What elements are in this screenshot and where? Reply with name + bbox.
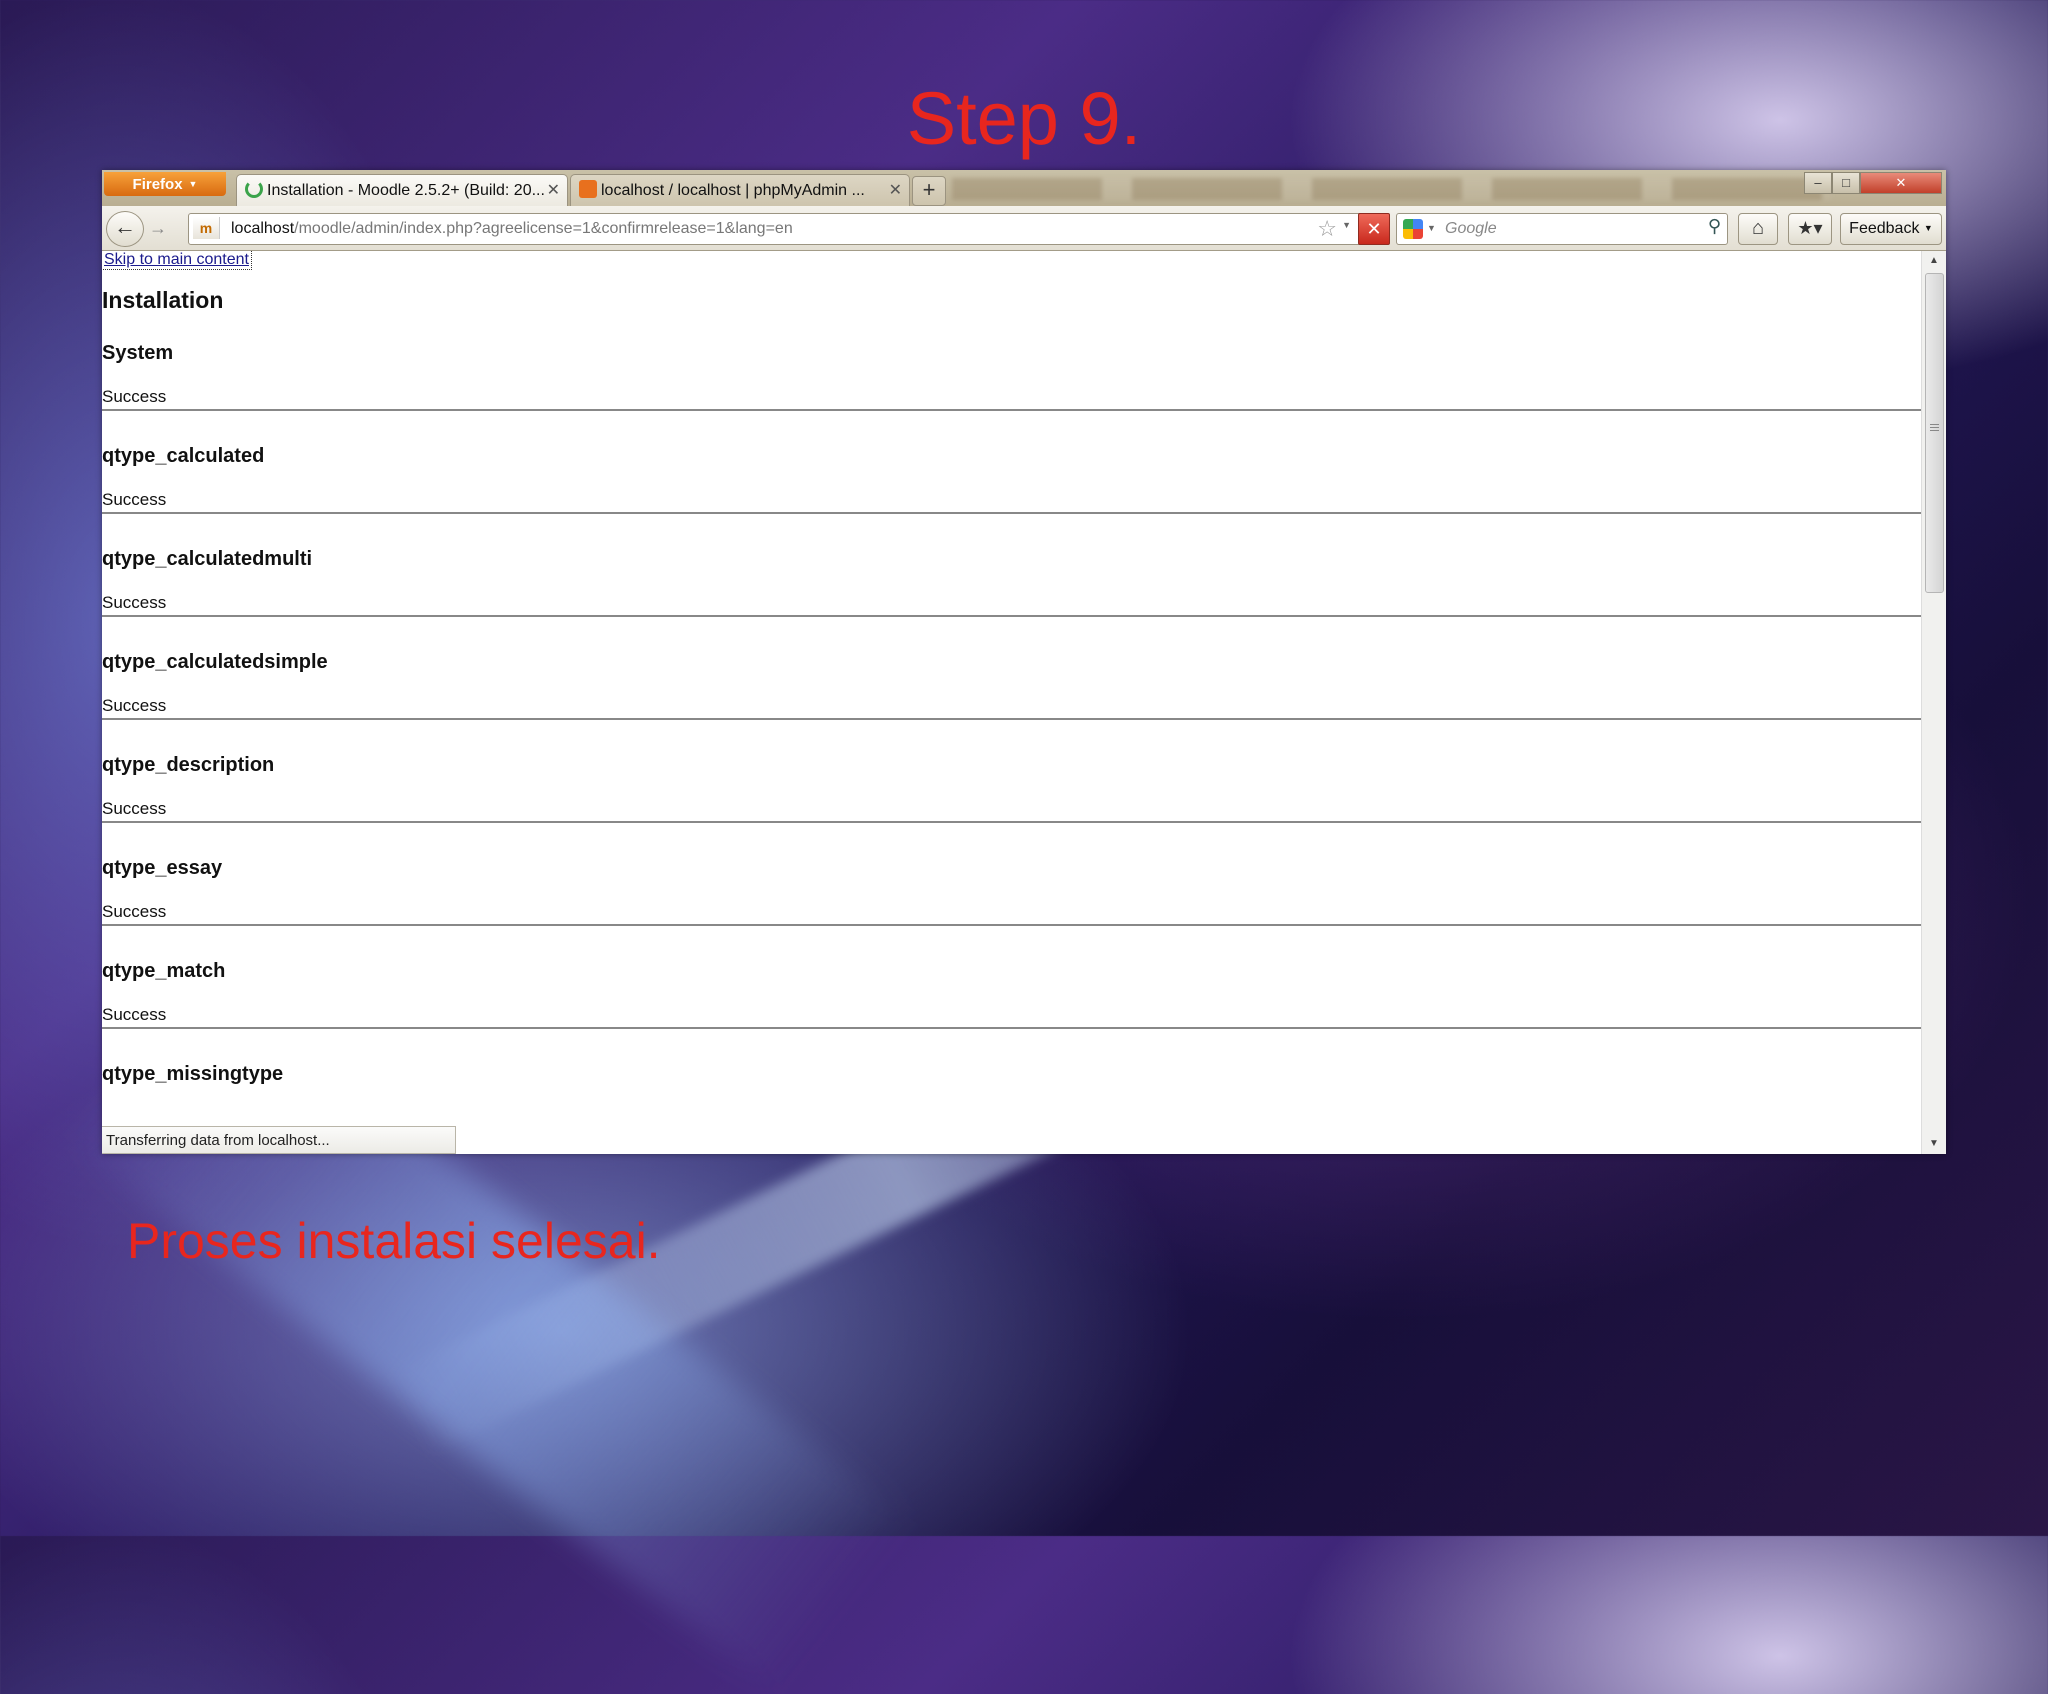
grip-icon	[1930, 424, 1939, 433]
section-status: Success	[102, 387, 167, 406]
phpmyadmin-icon	[579, 180, 597, 198]
tab-label: localhost / localhost | phpMyAdmin ...	[601, 182, 865, 199]
section-heading: qtype_essay	[102, 857, 223, 879]
maximize-button[interactable]: □	[1832, 172, 1860, 194]
back-arrow-icon[interactable]: ←	[106, 211, 144, 247]
stop-icon[interactable]: ✕	[1358, 213, 1390, 245]
section-status: Success	[102, 696, 167, 715]
divider	[102, 718, 1922, 720]
search-icon[interactable]: ⚲	[1708, 216, 1721, 237]
skip-link[interactable]: Skip to main content	[102, 251, 252, 270]
chevron-down-icon[interactable]: ▼	[1427, 223, 1436, 233]
divider	[102, 924, 1922, 926]
new-tab-icon[interactable]: +	[912, 176, 946, 206]
firefox-menu-label: Firefox	[132, 176, 183, 193]
section-heading: qtype_description	[102, 754, 275, 776]
section-heading: qtype_match	[102, 960, 226, 982]
site-identity-icon[interactable]: m	[193, 217, 220, 239]
section-status: Success	[102, 799, 167, 818]
section-heading: qtype_missingtype	[102, 1063, 284, 1085]
firefox-menu-button[interactable]: Firefox ▼	[104, 172, 226, 196]
section-status: Success	[102, 1005, 167, 1024]
section-heading: qtype_calculatedmulti	[102, 548, 313, 570]
forward-arrow-icon[interactable]: →	[144, 213, 172, 243]
scroll-up-icon[interactable]: ▲	[1922, 251, 1946, 271]
divider	[102, 512, 1922, 514]
minimize-button[interactable]: –	[1804, 172, 1832, 194]
title-bar: Firefox ▼ Installation - Moodle 2.5.2+ (B…	[102, 170, 1946, 207]
slide-title: Step 9.	[906, 77, 1142, 160]
tab-phpmyadmin[interactable]: localhost / localhost | phpMyAdmin ... ✕	[570, 174, 910, 207]
navigation-toolbar: ← → m localhost/moodle/admin/index.php?a…	[102, 206, 1946, 251]
tab-close-icon[interactable]: ✕	[547, 175, 560, 207]
section-heading: qtype_calculated	[102, 445, 265, 467]
loading-spinner-icon	[245, 180, 263, 198]
bookmarks-icon[interactable]: ★▾	[1788, 213, 1832, 245]
url-text[interactable]: localhost/moodle/admin/index.php?agreeli…	[231, 214, 793, 244]
page-content: Skip to main content Installation System…	[102, 251, 1922, 1154]
section-heading: qtype_calculatedsimple	[102, 651, 328, 673]
divider	[102, 409, 1922, 411]
scrollbar-thumb[interactable]	[1925, 273, 1944, 593]
tab-close-icon[interactable]: ✕	[889, 175, 902, 207]
section-heading: System	[102, 342, 174, 364]
home-icon[interactable]: ⌂	[1738, 213, 1778, 245]
scroll-down-icon[interactable]: ▼	[1922, 1134, 1946, 1154]
close-window-button[interactable]: ✕	[1860, 172, 1942, 194]
bookmark-star-icon[interactable]: ☆	[1317, 216, 1337, 242]
google-icon[interactable]	[1403, 219, 1423, 239]
vertical-scrollbar[interactable]: ▲ ▼	[1921, 251, 1946, 1154]
search-bar[interactable]: ▼ Google ⚲	[1396, 213, 1728, 245]
divider	[102, 1027, 1922, 1029]
taskbar-blurred-area	[952, 178, 1832, 200]
search-placeholder[interactable]: Google	[1445, 214, 1497, 244]
tab-moodle-installation[interactable]: Installation - Moodle 2.5.2+ (Build: 20.…	[236, 174, 568, 207]
section-status: Success	[102, 490, 167, 509]
section-status: Success	[102, 902, 167, 921]
url-bar[interactable]: m localhost/moodle/admin/index.php?agree…	[188, 213, 1390, 245]
page-title: Installation	[102, 287, 224, 313]
section-status: Success	[102, 593, 167, 612]
browser-window: Firefox ▼ Installation - Moodle 2.5.2+ (B…	[102, 170, 1946, 1154]
divider	[102, 615, 1922, 617]
feedback-button[interactable]: Feedback ▼	[1840, 213, 1942, 245]
divider	[102, 821, 1922, 823]
tab-label: Installation - Moodle 2.5.2+ (Build: 20.…	[267, 182, 545, 199]
chevron-down-icon: ▼	[1923, 223, 1933, 233]
status-bar: Transferring data from localhost...	[102, 1126, 456, 1154]
chevron-down-icon: ▼	[188, 179, 198, 189]
chevron-down-icon[interactable]: ▼	[1342, 220, 1351, 230]
slide-caption: Proses instalasi selesai.	[127, 1213, 661, 1269]
